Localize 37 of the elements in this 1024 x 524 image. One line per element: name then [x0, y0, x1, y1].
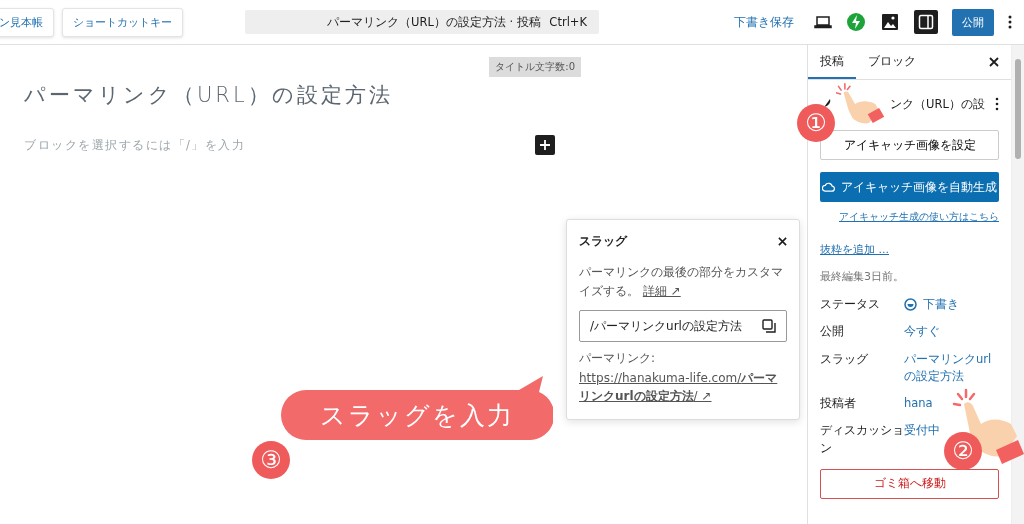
- last-edited-text: 最終編集3日前。: [820, 269, 905, 284]
- popover-title: スラッグ: [579, 234, 627, 249]
- callout-text: スラッグを入力: [320, 399, 514, 432]
- field-value-link[interactable]: パーマリンクurlの設定方法: [904, 350, 999, 385]
- command-bar-title: パーマリンク（URL）の設定方法 · 投稿: [327, 14, 541, 30]
- field-label: ディスカッション: [820, 422, 904, 457]
- field-label: 投稿者: [820, 395, 857, 412]
- sidebar-tab[interactable]: ブロック: [856, 45, 928, 79]
- set-featured-image-button[interactable]: アイキャッチ画像を設定: [820, 130, 999, 160]
- step-number: ①: [797, 104, 835, 142]
- field-label: ステータス: [820, 296, 881, 313]
- field-label: 公開: [820, 323, 845, 341]
- help-link[interactable]: アイキャッチ生成の使い方はこちら: [839, 210, 999, 224]
- keyboard-shortcut: Ctrl+K: [549, 15, 587, 29]
- slug-input-field[interactable]: /パーマリンクurlの設定方法: [579, 310, 787, 343]
- post-title-summary: ンク（URL）の設: [890, 96, 986, 112]
- step-number: ③: [252, 441, 290, 479]
- command-bar[interactable]: パーマリンク（URL）の設定方法 · 投稿 Ctrl+K: [245, 10, 599, 34]
- sidebar-tab[interactable]: 投稿: [808, 45, 856, 79]
- add-excerpt-link[interactable]: 抜粋を追加 ...: [820, 242, 889, 257]
- field-value-link[interactable]: 受付中: [904, 422, 940, 440]
- step-number: ②: [944, 432, 982, 470]
- field-value-link[interactable]: hana: [904, 395, 933, 413]
- permalink-label: パーマリンク:: [579, 350, 657, 368]
- move-to-trash-button[interactable]: ゴミ箱へ移動: [820, 468, 999, 499]
- post-title[interactable]: パーマリンク（URL）の設定方法: [24, 81, 783, 109]
- popover-description: パーマリンクの最後の部分をカスタマイズする。 詳細 ↗: [579, 264, 784, 300]
- field-value-link[interactable]: 下書き: [904, 296, 959, 314]
- title-character-count: タイトル文字数:0: [489, 57, 581, 77]
- publish-button[interactable]: 公開: [952, 8, 994, 36]
- details-link[interactable]: 詳細 ↗: [642, 283, 681, 298]
- field-label: スラッグ: [820, 350, 869, 368]
- auto-generate-button[interactable]: アイキャッチ画像を自動生成: [820, 172, 999, 202]
- toolbar-button[interactable]: ン見本帳: [0, 7, 54, 37]
- toolbar-button[interactable]: ショートカットキー: [62, 7, 183, 37]
- save-draft-link[interactable]: 下書き保存: [734, 14, 794, 30]
- field-value-link[interactable]: 今すぐ: [904, 323, 940, 341]
